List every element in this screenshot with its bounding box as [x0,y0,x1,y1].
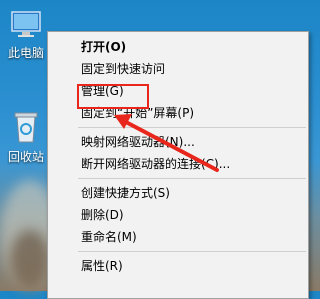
desktop-icon-this-pc[interactable]: 此电脑 [0,10,52,61]
menu-item-map-network-drive[interactable]: 映射网络驱动器(N)... [48,131,308,153]
menu-item-disconnect-network-drive[interactable]: 断开网络驱动器的连接(C)... [48,153,308,175]
wallpaper-dark [10,230,50,290]
menu-item-label: 删除(D) [81,208,124,222]
computer-icon [11,11,41,37]
context-menu: 打开(O) 固定到快速访问 管理(G) 固定到“开始”屏幕(P) 映射网络驱动器… [47,31,309,299]
menu-item-pin-quick-access[interactable]: 固定到快速访问 [48,58,308,80]
menu-item-label: 重命名(M) [81,230,137,244]
menu-item-open[interactable]: 打开(O) [48,36,308,58]
menu-item-label: 固定到快速访问 [81,62,166,76]
menu-item-label: 映射网络驱动器(N)... [81,135,195,149]
menu-item-label: 创建快捷方式(S) [81,186,170,200]
recycle-bin-icon [14,112,38,143]
menu-item-properties[interactable]: 属性(R) [48,255,308,277]
desktop-icon-label: 回收站 [7,150,44,164]
menu-item-label: 打开(O) [81,40,127,54]
desktop-icon-recycle-bin[interactable]: 回收站 [0,110,52,165]
menu-item-label: 属性(R) [81,259,123,273]
menu-item-create-shortcut[interactable]: 创建快捷方式(S) [48,182,308,204]
desktop-icon-label: 此电脑 [7,46,44,60]
highlight-box [77,84,149,109]
menu-item-label: 断开网络驱动器的连接(C)... [81,157,231,171]
menu-separator [78,127,306,128]
menu-item-rename[interactable]: 重命名(M) [48,226,308,248]
menu-separator [78,251,306,252]
menu-separator [78,178,306,179]
menu-item-delete[interactable]: 删除(D) [48,204,308,226]
